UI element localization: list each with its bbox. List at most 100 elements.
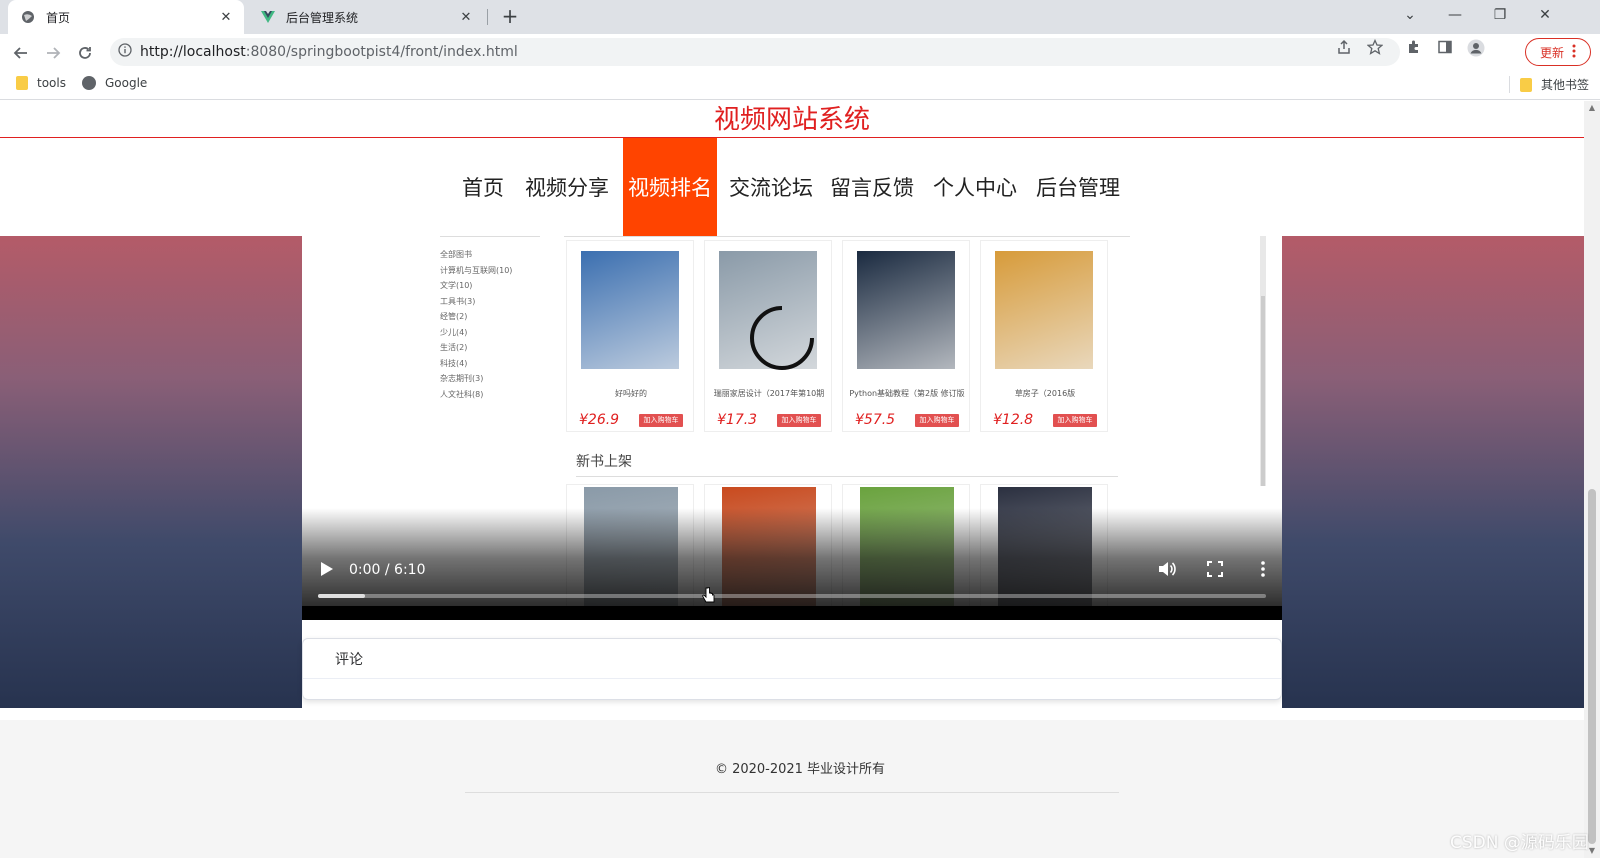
book-price: ¥17.3 <box>717 412 758 428</box>
globe-icon <box>82 76 96 90</box>
close-tab-icon[interactable]: ✕ <box>456 10 476 25</box>
folder-icon <box>1520 77 1532 92</box>
video-progress-bar[interactable] <box>318 594 1266 598</box>
browser-toolbar: http://localhost:8080/springbootpist4/fr… <box>0 34 1600 70</box>
recorded-scrollbar <box>1260 236 1266 486</box>
url-path: :8080/springbootpist4/front/index.html <box>245 44 518 60</box>
address-bar[interactable]: http://localhost:8080/springbootpist4/fr… <box>110 38 1400 66</box>
category-item: 文学(10) <box>440 281 473 290</box>
video-bottom-bar <box>302 606 1282 620</box>
side-panel-icon[interactable] <box>1435 39 1455 59</box>
scrollbar-thumb[interactable] <box>1588 489 1596 844</box>
book-card: Python基础教程（第2版 修订版 ¥57.5 加入购物车 <box>842 240 970 432</box>
page-viewport: 视频网站系统 首页 视频分享 视频排名 交流论坛 留言反馈 个人中心 后台管理 … <box>0 101 1584 858</box>
nav-video-share[interactable]: 视频分享 <box>521 138 613 236</box>
category-list: 全部图书 计算机与互联网(10) 文学(10) 工具书(3) 经管(2) 少儿(… <box>440 236 540 402</box>
nav-home[interactable]: 首页 <box>455 138 511 236</box>
book-title: 草房子（2016版 <box>1014 389 1076 398</box>
book-title: Python基础教程（第2版 修订版 <box>849 389 965 398</box>
book-card: 好吗好的 ¥26.9 加入购物车 <box>566 240 694 432</box>
book-grid-divider <box>564 236 1130 237</box>
book-title: 好吗好的 <box>615 389 647 398</box>
bookmark-star-icon[interactable] <box>1365 38 1385 59</box>
footer-divider <box>465 792 1119 793</box>
category-item: 经管(2) <box>440 312 468 321</box>
more-menu-icon <box>1572 44 1576 61</box>
play-icon[interactable] <box>316 559 336 579</box>
share-icon[interactable] <box>1334 39 1354 59</box>
book-cover <box>581 251 679 369</box>
fullscreen-icon[interactable] <box>1205 559 1225 579</box>
scroll-up-arrow-icon[interactable]: ▲ <box>1584 101 1600 115</box>
nav-admin[interactable]: 后台管理 <box>1030 138 1126 236</box>
folder-icon <box>16 76 28 90</box>
category-item: 杂志期刊(3) <box>440 374 484 383</box>
close-window-button[interactable]: ✕ <box>1523 0 1567 30</box>
hand-cursor-icon <box>702 587 715 603</box>
tab-home[interactable]: 首页 ✕ <box>8 0 244 34</box>
tab-title: 首页 <box>46 10 71 25</box>
copyright-text: © 2020-2021 毕业设计所有 <box>714 762 886 777</box>
site-title: 视频网站系统 <box>0 101 1584 138</box>
bookmark-google[interactable]: Google <box>82 76 147 90</box>
globe-icon <box>20 9 36 25</box>
page-scrollbar[interactable]: ▲ ▼ <box>1584 101 1600 858</box>
bookmarks-bar: tools Google 其他书签 <box>0 70 1600 100</box>
add-to-cart-button: 加入购物车 <box>639 414 683 427</box>
update-button[interactable]: 更新 <box>1525 38 1591 66</box>
section-divider <box>576 476 1118 477</box>
bookmark-label: tools <box>37 76 66 90</box>
new-books-heading: 新书上架 <box>576 454 632 470</box>
site-footer: © 2020-2021 毕业设计所有 <box>0 720 1584 858</box>
category-item: 工具书(3) <box>440 296 476 306</box>
background-panel-left <box>0 236 302 708</box>
more-options-icon[interactable] <box>1253 559 1273 579</box>
close-tab-icon[interactable]: ✕ <box>216 10 236 25</box>
reload-icon[interactable] <box>72 40 98 66</box>
category-item: 科技(4) <box>440 358 468 368</box>
profile-avatar-icon[interactable] <box>1466 39 1486 59</box>
nav-video-ranking[interactable]: 视频排名 <box>623 138 717 236</box>
tab-admin[interactable]: 后台管理系统 ✕ <box>248 0 484 34</box>
recorded-scrollbar-thumb <box>1261 296 1265 486</box>
category-item: 人文社科(8) <box>440 389 484 399</box>
main-nav: 首页 视频分享 视频排名 交流论坛 留言反馈 个人中心 后台管理 <box>0 138 1584 236</box>
tab-strip: 首页 ✕ 后台管理系统 ✕ + ⌄ — ❐ ✕ <box>0 0 1600 34</box>
category-item: 生活(2) <box>440 343 468 352</box>
book-cover <box>857 251 955 369</box>
tab-title: 后台管理系统 <box>286 10 359 25</box>
tab-search-icon[interactable]: ⌄ <box>1388 0 1432 30</box>
video-time: 0:00 / 6:10 <box>349 562 426 578</box>
background-panel-right <box>1282 236 1584 708</box>
add-to-cart-button: 加入购物车 <box>915 414 959 427</box>
forward-arrow-icon[interactable] <box>40 40 66 66</box>
bookmark-tools[interactable]: tools <box>16 76 66 90</box>
back-arrow-icon[interactable] <box>8 40 34 66</box>
nav-forum[interactable]: 交流论坛 <box>725 138 817 236</box>
site-info-icon[interactable] <box>110 43 140 61</box>
url-text: http://localhost:8080/springbootpist4/fr… <box>140 44 518 60</box>
vue-logo-icon <box>260 9 276 25</box>
restore-button[interactable]: ❐ <box>1478 0 1522 30</box>
video-progress-fill <box>318 594 366 598</box>
minimize-button[interactable]: — <box>1433 0 1477 30</box>
watermark: CSDN @源码乐园 <box>1450 833 1589 853</box>
nav-profile[interactable]: 个人中心 <box>928 138 1022 236</box>
book-price: ¥26.9 <box>579 412 620 428</box>
bookmark-other[interactable]: 其他书签 <box>1509 76 1589 93</box>
book-card: 草房子（2016版 ¥12.8 加入购物车 <box>980 240 1108 432</box>
bookmark-label: 其他书签 <box>1541 78 1590 92</box>
comment-panel: 评论 <box>302 638 1282 700</box>
loading-spinner-icon <box>750 306 814 370</box>
comment-header: 评论 <box>303 639 1281 679</box>
volume-icon[interactable] <box>1157 559 1177 579</box>
url-host: http://localhost <box>140 44 246 60</box>
update-label: 更新 <box>1539 45 1564 60</box>
extensions-icon[interactable] <box>1404 39 1424 59</box>
bookmark-label: Google <box>105 76 148 90</box>
category-item: 计算机与互联网(10) <box>440 265 513 275</box>
new-tab-button[interactable]: + <box>498 5 522 29</box>
nav-feedback[interactable]: 留言反馈 <box>826 138 918 236</box>
video-controls-overlay <box>302 508 1282 620</box>
book-price: ¥57.5 <box>855 412 896 428</box>
